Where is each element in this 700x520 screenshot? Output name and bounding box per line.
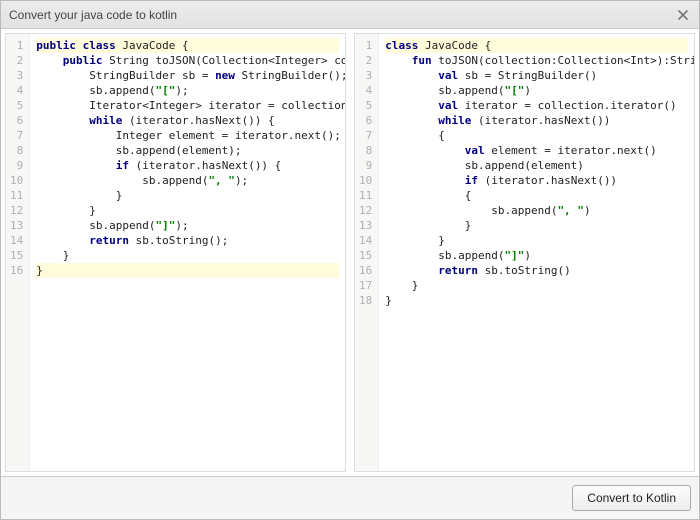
line-number: 12 xyxy=(359,203,372,218)
line-number: 9 xyxy=(359,158,372,173)
java-code-editor[interactable]: public class JavaCode { public String to… xyxy=(30,34,345,471)
kotlin-code-line: val iterator = collection.iterator() xyxy=(385,98,688,113)
line-number: 16 xyxy=(359,263,372,278)
java-code-line: while (iterator.hasNext()) { xyxy=(36,113,339,128)
java-code-line: public String toJSON(Collection<Integer>… xyxy=(36,53,339,68)
kotlin-code-line: } xyxy=(385,293,688,308)
close-icon[interactable] xyxy=(675,7,691,23)
line-number: 13 xyxy=(359,218,372,233)
line-number: 11 xyxy=(359,188,372,203)
line-number: 4 xyxy=(10,83,23,98)
convert-button[interactable]: Convert to Kotlin xyxy=(572,485,691,511)
java-code-line: sb.append("["); xyxy=(36,83,339,98)
java-pane: 12345678910111213141516 public class Jav… xyxy=(5,33,346,472)
java-code-line: Iterator<Integer> iterator = collection.… xyxy=(36,98,339,113)
kotlin-code-line: } xyxy=(385,278,688,293)
java-gutter: 12345678910111213141516 xyxy=(6,34,30,471)
line-number: 5 xyxy=(10,98,23,113)
line-number: 1 xyxy=(10,38,23,53)
kotlin-gutter: 123456789101112131415161718 xyxy=(355,34,379,471)
kotlin-code-editor[interactable]: class JavaCode { fun toJSON(collection:C… xyxy=(379,34,694,471)
dialog-title: Convert your java code to kotlin xyxy=(9,8,177,22)
java-code-line: } xyxy=(36,203,339,218)
kotlin-code-line: return sb.toString() xyxy=(385,263,688,278)
java-code-line: } xyxy=(36,263,339,278)
line-number: 2 xyxy=(10,53,23,68)
java-code-line: Integer element = iterator.next(); xyxy=(36,128,339,143)
java-code-line: public class JavaCode { xyxy=(36,38,339,53)
kotlin-code-line: if (iterator.hasNext()) xyxy=(385,173,688,188)
java-code-line: if (iterator.hasNext()) { xyxy=(36,158,339,173)
kotlin-code-line: } xyxy=(385,233,688,248)
line-number: 10 xyxy=(359,173,372,188)
line-number: 7 xyxy=(359,128,372,143)
line-number: 7 xyxy=(10,128,23,143)
line-number: 8 xyxy=(10,143,23,158)
kotlin-code-line: val sb = StringBuilder() xyxy=(385,68,688,83)
kotlin-code-line: class JavaCode { xyxy=(385,38,688,53)
java-code-line: return sb.toString(); xyxy=(36,233,339,248)
kotlin-code-line: sb.append("]") xyxy=(385,248,688,263)
kotlin-code-line: while (iterator.hasNext()) xyxy=(385,113,688,128)
line-number: 14 xyxy=(359,233,372,248)
kotlin-pane: 123456789101112131415161718 class JavaCo… xyxy=(354,33,695,472)
line-number: 14 xyxy=(10,233,23,248)
line-number: 6 xyxy=(10,113,23,128)
line-number: 12 xyxy=(10,203,23,218)
java-code-line: StringBuilder sb = new StringBuilder(); xyxy=(36,68,339,83)
kotlin-code-line: fun toJSON(collection:Collection<Int>):S… xyxy=(385,53,688,68)
java-code-line: sb.append(element); xyxy=(36,143,339,158)
kotlin-code-line: val element = iterator.next() xyxy=(385,143,688,158)
kotlin-code-line: sb.append(element) xyxy=(385,158,688,173)
line-number: 13 xyxy=(10,218,23,233)
line-number: 3 xyxy=(10,68,23,83)
line-number: 15 xyxy=(10,248,23,263)
line-number: 6 xyxy=(359,113,372,128)
line-number: 11 xyxy=(10,188,23,203)
panes: 12345678910111213141516 public class Jav… xyxy=(1,29,699,476)
line-number: 3 xyxy=(359,68,372,83)
kotlin-code-line: { xyxy=(385,188,688,203)
kotlin-code-line: } xyxy=(385,218,688,233)
line-number: 15 xyxy=(359,248,372,263)
line-number: 17 xyxy=(359,278,372,293)
java-code-line: sb.append(", "); xyxy=(36,173,339,188)
dialog: Convert your java code to kotlin 1234567… xyxy=(0,0,700,520)
line-number: 9 xyxy=(10,158,23,173)
line-number: 2 xyxy=(359,53,372,68)
kotlin-code-line: { xyxy=(385,128,688,143)
java-code-line: sb.append("]"); xyxy=(36,218,339,233)
line-number: 4 xyxy=(359,83,372,98)
footer: Convert to Kotlin xyxy=(1,476,699,519)
kotlin-code-line: sb.append("[") xyxy=(385,83,688,98)
java-code-line: } xyxy=(36,248,339,263)
line-number: 18 xyxy=(359,293,372,308)
java-code-line: } xyxy=(36,188,339,203)
line-number: 8 xyxy=(359,143,372,158)
titlebar: Convert your java code to kotlin xyxy=(1,1,699,29)
line-number: 16 xyxy=(10,263,23,278)
line-number: 10 xyxy=(10,173,23,188)
kotlin-code-line: sb.append(", ") xyxy=(385,203,688,218)
line-number: 5 xyxy=(359,98,372,113)
line-number: 1 xyxy=(359,38,372,53)
